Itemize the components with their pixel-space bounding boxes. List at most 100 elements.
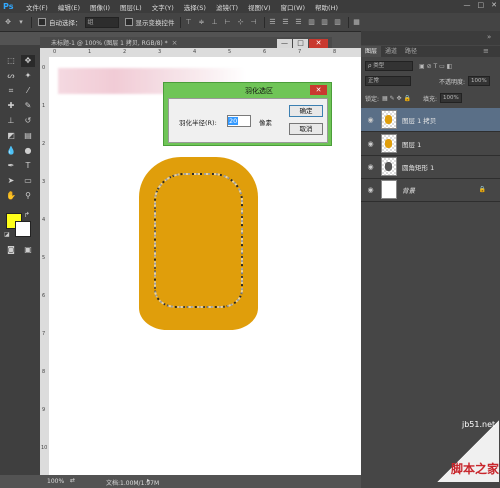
show-transform-option[interactable]: 显示变换控件 (124, 17, 175, 27)
distribute-hcenter-icon[interactable]: ▥ (320, 18, 330, 27)
menu-select[interactable]: 选择(S) (179, 2, 211, 12)
collapse-panels-icon[interactable]: » (487, 33, 491, 41)
marquee-tool-icon[interactable]: ⬚ (4, 55, 18, 67)
move-tool-icon[interactable]: ✥ (21, 55, 35, 67)
status-menu-icon[interactable]: ▸ (147, 477, 150, 484)
distribute-right-icon[interactable]: ▥ (333, 18, 343, 27)
auto-select-checkbox[interactable] (38, 18, 46, 26)
eye-icon[interactable]: ◉ (366, 116, 375, 124)
tab-layers[interactable]: 图层 (361, 46, 382, 57)
ruler-number: 1 (42, 103, 46, 109)
opacity-input[interactable]: 100% (468, 76, 490, 86)
type-tool-icon[interactable]: T (21, 160, 35, 172)
layer-name[interactable]: 圆角矩形 1 (402, 162, 434, 172)
distribute-bottom-icon[interactable]: ☰ (294, 18, 304, 27)
tab-channels[interactable]: 通道 (381, 46, 401, 57)
minimize-button[interactable]: — (464, 1, 471, 9)
menu-window[interactable]: 窗口(W) (276, 2, 311, 12)
auto-select-dropdown[interactable]: 组 (84, 16, 119, 28)
align-bottom-icon[interactable]: ⊥ (210, 18, 220, 27)
layer-name[interactable]: 背景 (402, 185, 415, 195)
align-left-icon[interactable]: ⊢ (223, 18, 233, 27)
eye-icon[interactable]: ◉ (366, 186, 375, 194)
menu-layer[interactable]: 图层(L) (115, 2, 147, 12)
menu-file[interactable]: 文件(F) (21, 2, 53, 12)
fill-input[interactable]: 100% (439, 93, 462, 103)
distribute-left-icon[interactable]: ▥ (307, 18, 317, 27)
align-top-icon[interactable]: ⊤ (184, 18, 194, 27)
magic-wand-icon[interactable]: ✦ (21, 70, 35, 82)
horizontal-ruler: 0 1 2 3 4 5 6 7 8 (40, 48, 361, 57)
blend-mode-dropdown[interactable]: 正常 (365, 76, 411, 86)
crop-tool-icon[interactable]: ⌗ (4, 85, 18, 97)
layer-row[interactable]: ◉ 图层 1 拷贝 (361, 108, 500, 132)
screen-mode-icon[interactable]: ▣ (21, 244, 35, 256)
menu-help[interactable]: 帮助(H) (310, 2, 343, 12)
align-right-icon[interactable]: ⊣ (249, 18, 259, 27)
doc-close-button[interactable]: ✕ (309, 39, 328, 48)
gradient-tool-icon[interactable]: ▤ (21, 130, 35, 142)
dialog-body: 羽化半径(R): 20 像素 确定 取消 (168, 98, 328, 143)
brush-tool-icon[interactable]: ✎ (21, 100, 35, 112)
dialog-close-button[interactable]: ✕ (310, 85, 327, 95)
auto-align-icon[interactable]: ▦ (352, 18, 362, 27)
default-colors-icon[interactable]: ◪ (4, 231, 10, 238)
lock-row: 锁定: ▦ ✎ ✥ 🔒 填充: 100% (361, 92, 500, 104)
layer-row[interactable]: ◉ 圆角矩形 1 (361, 155, 500, 179)
menu-filter[interactable]: 滤镜(T) (211, 2, 243, 12)
quick-mask-icon[interactable]: ◙ (4, 244, 18, 256)
filter-icons[interactable]: ▣ ⊘ T ▭ ◧ (419, 63, 452, 70)
align-vcenter-icon[interactable]: ≑ (197, 18, 207, 27)
healing-brush-icon[interactable]: ✚ (4, 100, 18, 112)
layer-name[interactable]: 图层 1 拷贝 (402, 115, 436, 125)
feather-radius-value[interactable]: 20 (228, 117, 239, 125)
zoom-level[interactable]: 100% (47, 478, 64, 485)
panel-collapse-bar: » (361, 31, 500, 45)
close-tab-icon[interactable]: × (172, 39, 178, 47)
feather-radius-input[interactable]: 20 (227, 115, 251, 127)
background-color-swatch[interactable] (15, 221, 31, 237)
selection-marquee-highlight (154, 173, 243, 308)
show-transform-checkbox[interactable] (124, 18, 133, 26)
layer-name[interactable]: 图层 1 (402, 139, 421, 149)
blur-tool-icon[interactable]: 💧 (4, 145, 18, 157)
menu-edit[interactable]: 编辑(E) (53, 2, 85, 12)
move-tool-icon[interactable]: ✥ (3, 18, 13, 27)
cancel-button[interactable]: 取消 (289, 123, 323, 135)
pen-tool-icon[interactable]: ✒ (4, 160, 18, 172)
menu-view[interactable]: 视图(V) (243, 2, 276, 12)
doc-minimize-button[interactable]: — (277, 39, 292, 48)
filter-kind-dropdown[interactable]: ρ 类型 (365, 61, 413, 71)
eyedropper-icon[interactable]: ⁄ (21, 85, 35, 97)
chevron-down-icon[interactable]: ▾ (16, 18, 26, 27)
menu-type[interactable]: 文字(Y) (147, 2, 179, 12)
eraser-tool-icon[interactable]: ◩ (4, 130, 18, 142)
swap-colors-icon[interactable]: ↱ (24, 211, 30, 219)
distribute-vcenter-icon[interactable]: ☰ (281, 18, 291, 27)
ok-button[interactable]: 确定 (289, 105, 323, 117)
layer-row[interactable]: ◉ 背景 🔒 (361, 178, 500, 202)
layer-row[interactable]: ◉ 图层 1 (361, 132, 500, 156)
eye-icon[interactable]: ◉ (366, 163, 375, 171)
lock-icons[interactable]: ▦ ✎ ✥ 🔒 (382, 95, 411, 102)
auto-select-option[interactable]: 自动选择： 组 (38, 16, 119, 28)
align-hcenter-icon[interactable]: ⊹ (236, 18, 246, 27)
dodge-tool-icon[interactable]: ● (21, 145, 35, 157)
maximize-button[interactable]: □ (478, 1, 485, 9)
close-app-button[interactable]: ✕ (491, 1, 497, 9)
status-info-icon[interactable]: ⇄ (70, 477, 75, 484)
menu-image[interactable]: 图像(I) (85, 2, 115, 12)
eye-icon[interactable]: ◉ (366, 140, 375, 148)
panel-menu-icon[interactable]: ≡ (483, 47, 489, 55)
lasso-tool-icon[interactable]: ᔕ (4, 70, 18, 82)
hand-tool-icon[interactable]: ✋ (4, 190, 18, 202)
distribute-top-icon[interactable]: ☰ (268, 18, 278, 27)
tab-paths[interactable]: 路径 (401, 46, 421, 57)
feather-radius-label: 羽化半径(R): (179, 119, 217, 127)
shape-tool-icon[interactable]: ▭ (21, 175, 35, 187)
doc-maximize-button[interactable]: □ (293, 39, 308, 48)
zoom-tool-icon[interactable]: ⚲ (21, 190, 35, 202)
history-brush-icon[interactable]: ↺ (21, 115, 35, 127)
path-select-icon[interactable]: ➤ (4, 175, 18, 187)
stamp-tool-icon[interactable]: ⊥ (4, 115, 18, 127)
